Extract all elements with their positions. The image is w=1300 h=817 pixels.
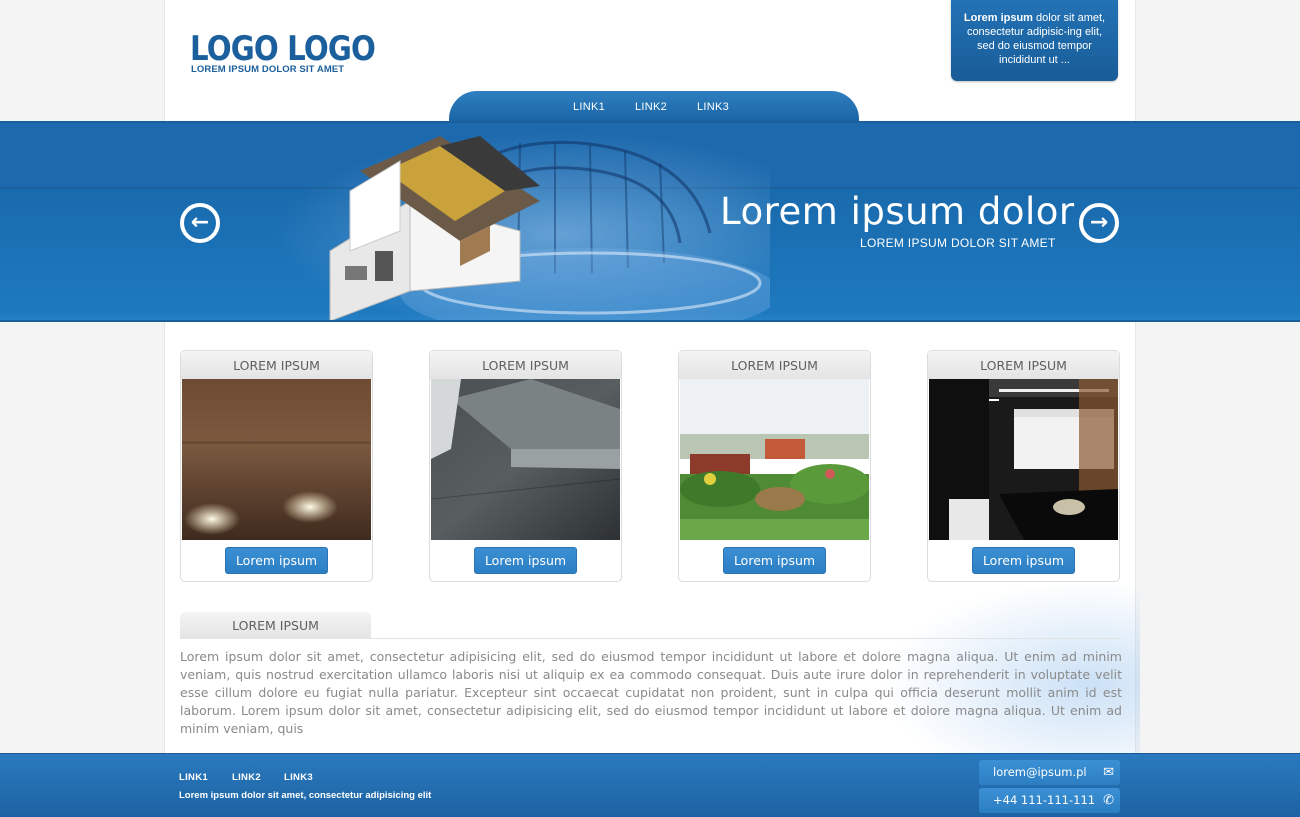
section-title: LOREM IPSUM bbox=[180, 612, 371, 639]
card-button[interactable]: Lorem ipsum bbox=[972, 547, 1075, 574]
footer: LINK1 LINK2 LINK3 Lorem ipsum dolor sit … bbox=[0, 753, 1300, 817]
card-4: LOREM IPSUM Lorem ipsum bbox=[927, 350, 1120, 582]
card-title: LOREM IPSUM bbox=[679, 351, 870, 379]
email-contact[interactable]: lorem@ipsum.pl ✉ bbox=[979, 760, 1120, 785]
card-image-wood-wall[interactable] bbox=[182, 379, 371, 540]
nav-link-3[interactable]: LINK3 bbox=[697, 101, 729, 113]
logo-tagline: LOREM IPSUM DOLOR SIT AMET bbox=[191, 64, 345, 75]
top-nav: LINK1 LINK2 LINK3 bbox=[449, 91, 859, 122]
card-image-concrete-floor[interactable] bbox=[431, 379, 620, 540]
site-logo[interactable]: LOGO LOGO bbox=[190, 30, 376, 68]
card-button[interactable]: Lorem ipsum bbox=[474, 547, 577, 574]
info-box: Lorem ipsum dolor sit amet, consectetur … bbox=[951, 0, 1118, 81]
hero-banner: ← Lorem ipsum dolor LOREM IPSUM DOLOR SI… bbox=[0, 121, 1300, 322]
card-3: LOREM IPSUM Lorem ipsum bbox=[678, 350, 871, 582]
slider-prev-button[interactable]: ← bbox=[180, 203, 220, 243]
section-divider bbox=[371, 638, 1120, 639]
card-title: LOREM IPSUM bbox=[181, 351, 372, 379]
card-2: LOREM IPSUM Lorem ipsum bbox=[429, 350, 622, 582]
card-image-kitchen[interactable] bbox=[929, 379, 1118, 540]
footer-link-3[interactable]: LINK3 bbox=[284, 772, 313, 783]
footer-text: Lorem ipsum dolor sit amet, consectetur … bbox=[179, 790, 432, 801]
arrow-right-icon: → bbox=[1089, 210, 1109, 235]
section-body-text: Lorem ipsum dolor sit amet, consectetur … bbox=[180, 649, 1122, 736]
footer-link-1[interactable]: LINK1 bbox=[179, 772, 208, 783]
banner-subtitle: LOREM IPSUM DOLOR SIT AMET bbox=[860, 236, 1056, 250]
info-box-bold: Lorem ipsum bbox=[963, 12, 1033, 24]
house-cutaway-image bbox=[329, 136, 540, 320]
card-1: LOREM IPSUM Lorem ipsum bbox=[180, 350, 373, 582]
envelope-icon: ✉ bbox=[1103, 765, 1114, 780]
slider-next-button[interactable]: → bbox=[1079, 203, 1119, 243]
phone-contact[interactable]: +44 111-111-111 ✆ bbox=[979, 788, 1120, 813]
card-title: LOREM IPSUM bbox=[430, 351, 621, 379]
phone-icon: ✆ bbox=[1103, 793, 1114, 808]
card-button[interactable]: Lorem ipsum bbox=[225, 547, 328, 574]
footer-link-2[interactable]: LINK2 bbox=[232, 772, 261, 783]
arrow-left-icon: ← bbox=[190, 210, 210, 235]
banner-title: Lorem ipsum dolor bbox=[720, 190, 1075, 233]
card-title: LOREM IPSUM bbox=[928, 351, 1119, 379]
nav-link-1[interactable]: LINK1 bbox=[573, 101, 605, 113]
email-address[interactable]: lorem@ipsum.pl bbox=[993, 760, 1087, 785]
phone-number[interactable]: +44 111-111-111 bbox=[993, 788, 1095, 813]
card-button[interactable]: Lorem ipsum bbox=[723, 547, 826, 574]
nav-link-2[interactable]: LINK2 bbox=[635, 101, 667, 113]
card-image-garden[interactable] bbox=[680, 379, 869, 540]
